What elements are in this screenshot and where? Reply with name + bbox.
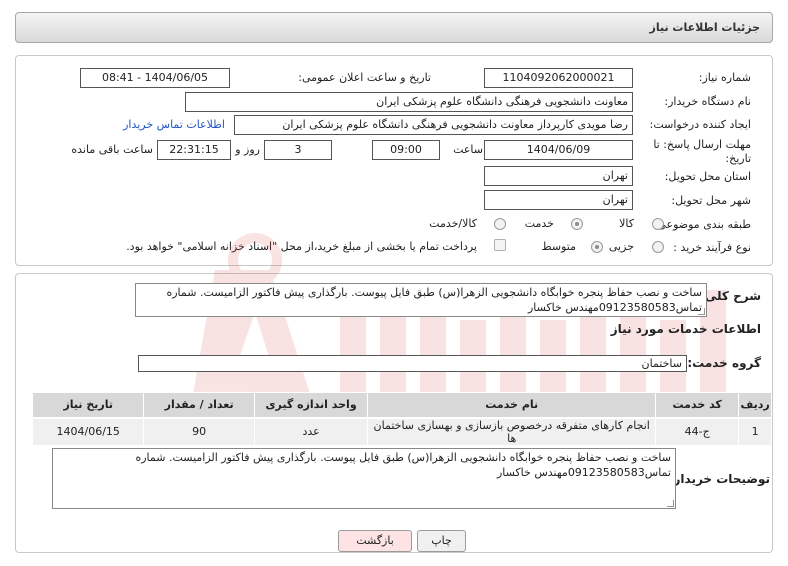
cell-name: انجام کارهای متفرقه درخصوص بازسازی و بهس…: [367, 416, 657, 446]
announce-date-label: تاریخ و ساعت اعلان عمومی:: [298, 71, 431, 84]
process-radio-minor[interactable]: [652, 241, 664, 253]
province-field[interactable]: تهران: [484, 166, 633, 186]
process-option-minor: جزیی: [608, 240, 634, 253]
days-remaining-field[interactable]: 3: [264, 140, 332, 160]
deadline-time-field[interactable]: 09:00: [372, 140, 440, 160]
buyer-contact-link[interactable]: اطلاعات تماس خریدار: [123, 118, 225, 131]
cell-unit: عدد: [253, 416, 369, 446]
cell-qty: 90: [143, 416, 255, 446]
category-label: طبقه بندی موضوعی:: [653, 218, 751, 231]
cell-row: 1: [738, 416, 772, 446]
buyer-notes-text: ساخت و نصب حفاظ پنجره خوابگاه دانشجویی ا…: [135, 451, 671, 479]
services-table: ردیف کد خدمت نام خدمت واحد اندازه گیری ت…: [31, 392, 772, 446]
services-section-title: اطلاعات خدمات مورد نیاز: [610, 322, 761, 336]
days-label: روز و: [235, 143, 260, 156]
category-option-service: خدمت: [524, 217, 554, 230]
creator-label: ایجاد کننده درخواست:: [649, 118, 751, 131]
process-option-medium: متوسط: [541, 240, 576, 253]
service-group-field[interactable]: ساختمان: [138, 355, 687, 372]
time-remaining-field[interactable]: 22:31:15: [157, 140, 231, 160]
city-field[interactable]: تهران: [484, 190, 633, 210]
buyer-org-field[interactable]: معاونت دانشجویی فرهنگی دانشگاه علوم پزشک…: [185, 92, 633, 112]
description-text: ساخت و نصب حفاظ پنجره خوابگاه دانشجویی ا…: [166, 286, 702, 314]
back-button[interactable]: بازگشت: [338, 530, 412, 552]
print-button[interactable]: چاپ: [417, 530, 466, 552]
resize-grip-icon[interactable]: [667, 500, 674, 507]
category-option-goods-service: کالا/خدمت: [429, 217, 477, 230]
time-remaining-label: ساعت باقی مانده: [71, 143, 153, 156]
col-qty: تعداد / مقدار: [143, 392, 255, 418]
process-radio-medium[interactable]: [591, 241, 603, 253]
process-label: نوع فرآیند خرید :: [673, 241, 751, 254]
category-radio-goods[interactable]: [652, 218, 664, 230]
cell-date: 1404/06/15: [31, 416, 145, 446]
services-table-header: ردیف کد خدمت نام خدمت واحد اندازه گیری ت…: [31, 392, 772, 418]
treasury-checkbox[interactable]: [494, 239, 506, 251]
city-label: شهر محل تحویل:: [671, 194, 751, 207]
need-number-field[interactable]: 1104092062000021: [484, 68, 633, 88]
creator-field[interactable]: رضا مویدی کارپرداز معاونت دانشجویی فرهنگ…: [234, 115, 633, 135]
resize-grip-icon[interactable]: [698, 308, 705, 315]
deadline-label-line2: تاریخ:: [725, 152, 751, 165]
col-unit: واحد اندازه گیری: [253, 392, 369, 418]
col-date: تاریخ نیاز: [31, 392, 145, 418]
deadline-date-field[interactable]: 1404/06/09: [484, 140, 633, 160]
table-row[interactable]: 1 ج-44 انجام کارهای متفرقه درخصوص بازساز…: [31, 416, 772, 446]
service-group-label: گروه خدمت:: [687, 356, 761, 370]
buyer-notes-label: توضیحات خریدار:: [668, 472, 770, 486]
category-radio-goods-service[interactable]: [494, 218, 506, 230]
description-textarea[interactable]: ساخت و نصب حفاظ پنجره خوابگاه دانشجویی ا…: [135, 283, 707, 317]
category-radio-service[interactable]: [571, 218, 583, 230]
page-title: جزئیات اطلاعات نیاز: [649, 21, 761, 34]
treasury-note: پرداخت تمام یا بخشی از مبلغ خرید،از محل …: [126, 240, 477, 253]
buyer-notes-textarea[interactable]: ساخت و نصب حفاظ پنجره خوابگاه دانشجویی ا…: [52, 448, 676, 509]
buyer-org-label: نام دستگاه خریدار:: [664, 95, 751, 108]
col-row: ردیف: [738, 392, 772, 418]
deadline-time-label: ساعت: [453, 143, 483, 156]
col-code: کد خدمت: [655, 392, 740, 418]
deadline-label-line1: مهلت ارسال پاسخ: تا: [653, 138, 751, 151]
page-header: جزئیات اطلاعات نیاز: [15, 12, 773, 43]
province-label: استان محل تحویل:: [664, 170, 751, 183]
cell-code: ج-44: [655, 416, 740, 446]
announce-date-field[interactable]: 1404/06/05 - 08:41: [80, 68, 230, 88]
category-option-goods: کالا: [619, 217, 634, 230]
col-name: نام خدمت: [367, 392, 657, 418]
need-number-label: شماره نیاز:: [698, 71, 751, 84]
